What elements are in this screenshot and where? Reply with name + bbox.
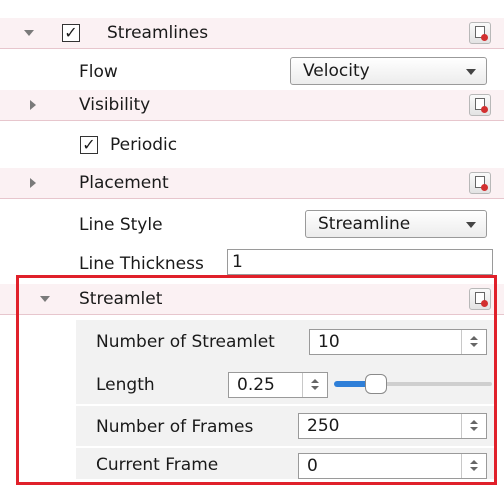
number-of-frames-label: Number of Frames [96, 417, 254, 437]
visibility-label: Visibility [79, 95, 151, 115]
number-of-streamlet-value: 10 [318, 332, 340, 352]
line-thickness-row: Line Thickness 1 [0, 248, 504, 276]
spin-stepper-icon[interactable] [302, 373, 327, 397]
periodic-row: ✓ Periodic [0, 130, 504, 160]
length-slider-track[interactable] [374, 382, 492, 386]
streamlines-checkbox[interactable]: ✓ [62, 24, 80, 42]
chevron-down-icon [466, 222, 476, 228]
number-of-frames-row: Number of Frames 250 [76, 406, 496, 446]
flow-dropdown[interactable]: Velocity [290, 57, 487, 85]
line-thickness-value: 1 [232, 252, 243, 272]
length-slider-handle[interactable] [365, 374, 387, 394]
current-frame-value: 0 [307, 456, 318, 476]
reset-icon[interactable] [469, 288, 491, 310]
chevron-down-icon [466, 69, 476, 75]
line-style-dropdown[interactable]: Streamline [305, 210, 487, 238]
flow-row: Flow Velocity [0, 56, 504, 86]
line-style-row: Line Style Streamline [0, 208, 504, 240]
current-frame-input[interactable]: 0 [298, 453, 487, 479]
streamlines-label: Streamlines [107, 23, 209, 43]
line-thickness-input[interactable]: 1 [227, 249, 493, 275]
reset-icon[interactable] [469, 94, 491, 116]
visibility-header: Visibility [0, 90, 504, 121]
placement-header: Placement [0, 168, 504, 199]
number-of-frames-value: 250 [307, 416, 340, 436]
line-style-value: Streamline [318, 214, 411, 234]
spin-stepper-icon[interactable] [461, 454, 486, 478]
line-thickness-label: Line Thickness [79, 254, 204, 274]
expand-down-icon[interactable] [40, 296, 50, 302]
number-of-streamlet-input[interactable]: 10 [309, 329, 487, 355]
number-of-frames-input[interactable]: 250 [298, 413, 487, 439]
number-of-streamlet-label: Number of Streamlet [96, 332, 275, 352]
length-label: Length [96, 375, 155, 395]
line-style-label: Line Style [79, 215, 163, 235]
number-of-streamlet-row: Number of Streamlet 10 [76, 320, 496, 364]
streamlet-label: Streamlet [79, 289, 163, 309]
flow-label: Flow [79, 62, 118, 82]
periodic-checkbox[interactable]: ✓ [80, 136, 98, 154]
flow-value: Velocity [303, 61, 370, 81]
streamlet-header: Streamlet [0, 284, 504, 315]
placement-label: Placement [79, 173, 169, 193]
expand-right-icon[interactable] [30, 178, 36, 188]
spin-stepper-icon[interactable] [461, 330, 486, 354]
spin-stepper-icon[interactable] [461, 414, 486, 438]
periodic-label: Periodic [110, 135, 178, 155]
expand-right-icon[interactable] [30, 100, 36, 110]
reset-icon[interactable] [469, 22, 491, 44]
reset-icon[interactable] [469, 172, 491, 194]
current-frame-row: Current Frame 0 [76, 448, 496, 479]
expand-down-icon[interactable] [24, 30, 34, 36]
length-input[interactable]: 0.25 [228, 372, 328, 398]
current-frame-label: Current Frame [96, 455, 219, 475]
streamlines-header: ✓ Streamlines [0, 18, 504, 49]
length-value: 0.25 [237, 375, 275, 395]
